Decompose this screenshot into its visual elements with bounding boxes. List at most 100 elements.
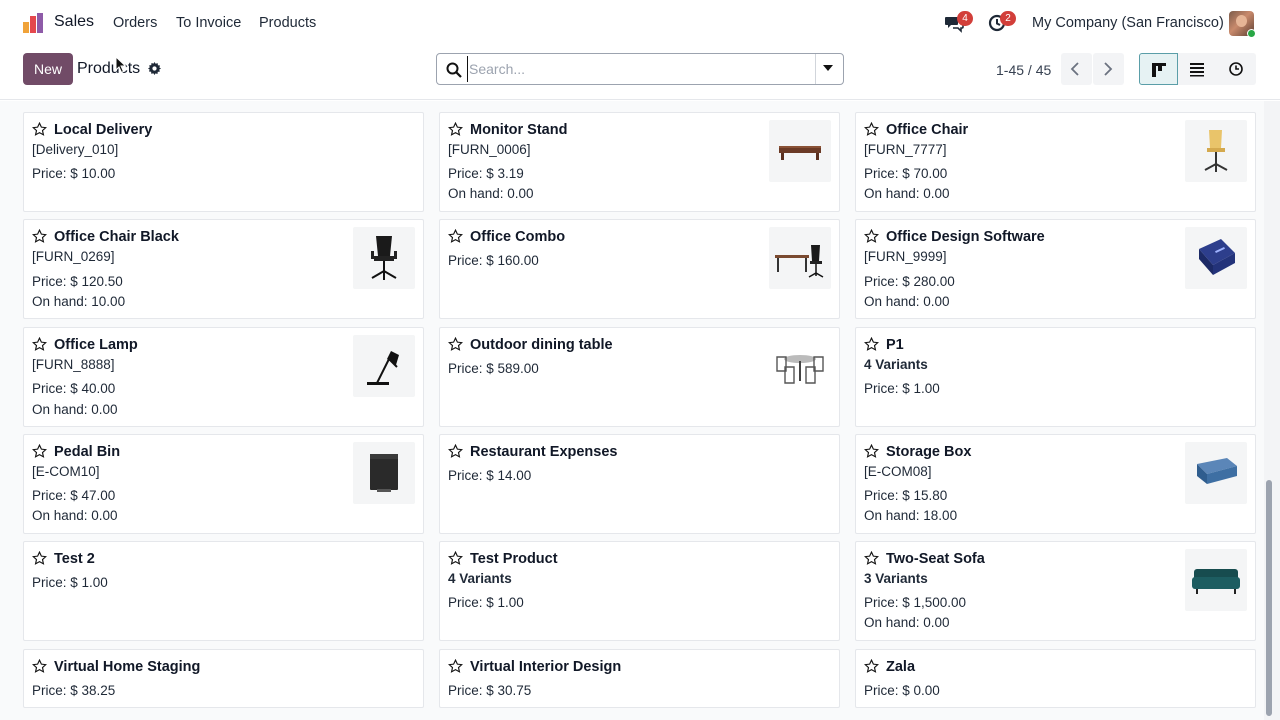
product-image-office-chair-black: [353, 227, 415, 289]
mouse-cursor-icon: [115, 56, 127, 74]
star-icon[interactable]: [32, 122, 47, 137]
menu-to-invoice[interactable]: To Invoice: [176, 15, 241, 31]
product-price: Price: $ 14.00: [448, 468, 532, 483]
star-icon[interactable]: [864, 337, 879, 352]
search-options-toggle-icon[interactable]: [823, 65, 833, 71]
star-icon[interactable]: [864, 444, 879, 459]
new-button[interactable]: New: [23, 53, 73, 85]
product-image-office-lamp: [353, 335, 415, 397]
product-card[interactable]: Two-Seat Sofa 3 Variants Price: $ 1,500.…: [855, 541, 1256, 641]
product-price: Price: $ 1,500.00: [864, 595, 967, 610]
star-icon[interactable]: [448, 229, 463, 244]
menu-products[interactable]: Products: [259, 15, 316, 31]
product-price: Price: $ 280.00: [864, 274, 955, 289]
product-card[interactable]: Virtual Home Staging Price: $ 38.25: [23, 649, 424, 708]
chevron-left-icon: [1070, 62, 1079, 76]
product-variants: 3 Variants: [864, 571, 928, 586]
search-input[interactable]: [467, 56, 812, 82]
product-card[interactable]: Office Chair Black [FURN_0269] Price: $ …: [23, 219, 424, 319]
product-price: Price: $ 15.80: [864, 488, 948, 503]
product-card[interactable]: Pedal Bin [E-COM10] Price: $ 47.00 On ha…: [23, 434, 424, 534]
company-switcher[interactable]: My Company (San Francisco): [1032, 15, 1224, 31]
search-divider: [815, 54, 816, 84]
star-icon[interactable]: [864, 659, 879, 674]
product-variants: 4 Variants: [448, 571, 512, 586]
star-icon[interactable]: [448, 659, 463, 674]
online-status-dot: [1247, 29, 1256, 38]
product-card[interactable]: Zala Price: $ 0.00: [855, 649, 1256, 708]
product-card[interactable]: Test 2 Price: $ 1.00: [23, 541, 424, 641]
activity-view-button[interactable]: [1217, 53, 1256, 85]
product-price: Price: $ 120.50: [32, 274, 123, 289]
product-image-pedal-bin: [353, 442, 415, 504]
product-on-hand: On hand: 0.00: [32, 402, 118, 417]
product-name: Zala: [886, 659, 916, 675]
product-card[interactable]: P1 4 Variants Price: $ 1.00: [855, 327, 1256, 427]
product-name: Virtual Interior Design: [470, 659, 622, 675]
star-icon[interactable]: [448, 551, 463, 566]
product-ref: [FURN_0006]: [448, 142, 531, 157]
pager-value[interactable]: 1-45 / 45: [996, 62, 1051, 78]
star-icon[interactable]: [448, 444, 463, 459]
product-card[interactable]: Office Combo Price: $ 160.00: [439, 219, 840, 319]
gear-icon[interactable]: [148, 62, 161, 75]
product-price: Price: $ 1.00: [448, 595, 524, 610]
list-view-button[interactable]: [1178, 53, 1217, 85]
product-card[interactable]: Storage Box [E-COM08] Price: $ 15.80 On …: [855, 434, 1256, 534]
product-name: Test 2: [54, 551, 95, 567]
product-card[interactable]: Outdoor dining table Price: $ 589.00: [439, 327, 840, 427]
product-price: Price: $ 589.00: [448, 361, 539, 376]
product-ref: [FURN_0269]: [32, 249, 115, 264]
scrollbar-thumb[interactable]: [1266, 480, 1272, 716]
product-name: Test Product: [470, 551, 558, 567]
top-navbar: Sales Orders To Invoice Products 4 2 My …: [0, 0, 1280, 46]
product-name: Local Delivery: [54, 122, 153, 138]
product-image-office-chair: [1185, 120, 1247, 182]
pager-next-button[interactable]: [1093, 53, 1124, 85]
product-ref: [FURN_8888]: [32, 357, 115, 372]
product-on-hand: On hand: 0.00: [864, 294, 950, 309]
page-title[interactable]: Products: [77, 60, 140, 78]
star-icon[interactable]: [864, 229, 879, 244]
product-name: Office Combo: [470, 229, 566, 245]
product-card[interactable]: Restaurant Expenses Price: $ 14.00: [439, 434, 840, 534]
search-icon: [446, 62, 462, 78]
product-image-dining-table: [769, 335, 831, 397]
product-ref: [E-COM08]: [864, 464, 932, 479]
star-icon[interactable]: [864, 122, 879, 137]
messages-badge: 4: [957, 11, 973, 26]
product-ref: [E-COM10]: [32, 464, 100, 479]
product-card[interactable]: Office Chair [FURN_7777] Price: $ 70.00 …: [855, 112, 1256, 212]
product-card[interactable]: Office Design Software [FURN_9999] Price…: [855, 219, 1256, 319]
product-image-storage-box: [1185, 442, 1247, 504]
star-icon[interactable]: [32, 444, 47, 459]
star-icon[interactable]: [448, 337, 463, 352]
app-name[interactable]: Sales: [54, 13, 94, 31]
product-card[interactable]: Local Delivery [Delivery_010] Price: $ 1…: [23, 112, 424, 212]
star-icon[interactable]: [32, 229, 47, 244]
control-panel: New Products 1-45 / 45: [0, 46, 1280, 100]
star-icon[interactable]: [32, 659, 47, 674]
product-card[interactable]: Test Product 4 Variants Price: $ 1.00: [439, 541, 840, 641]
menu-orders[interactable]: Orders: [113, 15, 157, 31]
star-icon[interactable]: [448, 122, 463, 137]
product-ref: [Delivery_010]: [32, 142, 119, 157]
product-on-hand: On hand: 0.00: [32, 508, 118, 523]
kanban-view-button[interactable]: [1139, 53, 1178, 85]
product-price: Price: $ 38.25: [32, 683, 116, 698]
star-icon[interactable]: [32, 337, 47, 352]
pager-previous-button[interactable]: [1061, 53, 1092, 85]
star-icon[interactable]: [32, 551, 47, 566]
chevron-right-icon: [1104, 62, 1113, 76]
product-on-hand: On hand: 0.00: [864, 186, 950, 201]
product-price: Price: $ 70.00: [864, 166, 948, 181]
product-card[interactable]: Virtual Interior Design Price: $ 30.75: [439, 649, 840, 708]
sales-app-icon[interactable]: [22, 12, 44, 34]
kanban-icon: [1152, 63, 1166, 77]
star-icon[interactable]: [864, 551, 879, 566]
product-card[interactable]: Office Lamp [FURN_8888] Price: $ 40.00 O…: [23, 327, 424, 427]
product-name: Office Chair: [886, 122, 969, 138]
product-on-hand: On hand: 18.00: [864, 508, 958, 523]
activities-badge: 2: [1000, 11, 1016, 26]
product-card[interactable]: Monitor Stand [FURN_0006] Price: $ 3.19 …: [439, 112, 840, 212]
